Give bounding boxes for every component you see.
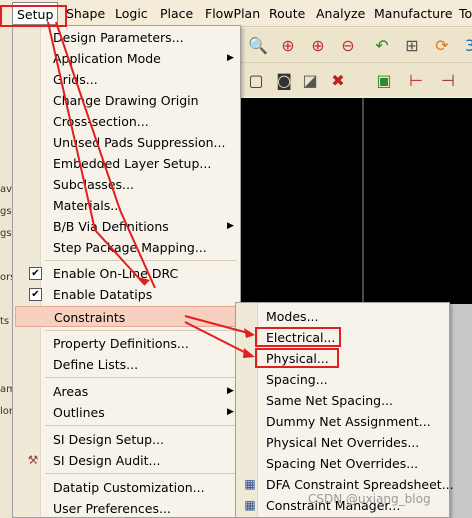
constraint-manager-icon: ▦: [244, 498, 256, 512]
menu-separator: [45, 473, 237, 474]
menu-item-constraints[interactable]: Constraints: [15, 306, 240, 327]
menu-item-enable-online-drc[interactable]: ✔ Enable On-Line DRC: [15, 263, 240, 284]
submenu-item-spacing[interactable]: Spacing...: [238, 369, 447, 390]
spreadsheet-icon: ▦: [244, 477, 256, 491]
menu-item-areas[interactable]: Areas ▶: [15, 381, 240, 402]
submenu-item-dummy-net-assignment[interactable]: Dummy Net Assignment...: [238, 411, 447, 432]
submenu-arrow-icon: ▶: [227, 221, 234, 231]
dimension-icon[interactable]: ⊣: [436, 68, 460, 92]
menu-item-cross-section[interactable]: Cross-section...: [15, 111, 240, 132]
menu-item-grids[interactable]: Grids...: [15, 69, 240, 90]
watermark: CSDN @uxiang_blog: [308, 492, 431, 506]
menu-item-property-definitions[interactable]: Property Definitions...: [15, 333, 240, 354]
menu-tools[interactable]: To: [459, 6, 472, 21]
checkmark-icon: ✔: [29, 288, 42, 301]
menu-flowplan[interactable]: FlowPlan: [205, 6, 260, 21]
component-icon[interactable]: ▣: [372, 68, 396, 92]
setup-menu: Design Parameters... Application Mode ▶ G…: [12, 25, 241, 518]
left-fragment: gs: [0, 206, 12, 217]
menu-item-si-design-setup[interactable]: SI Design Setup...: [15, 429, 240, 450]
menu-item-design-parameters[interactable]: Design Parameters...: [15, 27, 240, 48]
zoom-previous-icon[interactable]: ↶: [370, 33, 394, 57]
submenu-item-spacing-net-overrides[interactable]: Spacing Net Overrides...: [238, 453, 447, 474]
annotation-box-electrical: [255, 327, 341, 347]
menu-item-si-design-audit[interactable]: ⚒ SI Design Audit...: [15, 450, 240, 471]
menu-item-change-drawing-origin[interactable]: Change Drawing Origin: [15, 90, 240, 111]
menu-shape[interactable]: Shape: [66, 6, 105, 21]
audit-icon: ⚒: [27, 453, 39, 467]
zoom-window-icon[interactable]: ⊕: [276, 33, 300, 57]
canvas-split: [362, 98, 364, 304]
menu-item-datatip-customization[interactable]: Datatip Customization...: [15, 477, 240, 498]
submenu-item-same-net-spacing[interactable]: Same Net Spacing...: [238, 390, 447, 411]
menu-manufacture[interactable]: Manufacture: [374, 6, 453, 21]
checkmark-icon: ✔: [29, 267, 42, 280]
menu-route[interactable]: Route: [269, 6, 305, 21]
menu-item-embedded-layer[interactable]: Embedded Layer Setup...: [15, 153, 240, 174]
menu-item-bb-via-definitions[interactable]: B/B Via Definitions ▶: [15, 216, 240, 237]
toolbar-second: ▢ ◙ ◪ ✖ ▣ ⊢ ⊣: [240, 62, 472, 96]
menu-item-enable-datatips[interactable]: ✔ Enable Datatips: [15, 284, 240, 305]
menu-separator: [45, 260, 237, 261]
zoom-out-icon[interactable]: ⊖: [336, 33, 360, 57]
rectangle-shape-icon[interactable]: ▢: [244, 68, 268, 92]
submenu-item-physical-net-overrides[interactable]: Physical Net Overrides...: [238, 432, 447, 453]
menu-separator: [45, 377, 237, 378]
menu-place[interactable]: Place: [160, 6, 193, 21]
zoom-in-icon[interactable]: ⊕: [306, 33, 330, 57]
menu-item-application-mode[interactable]: Application Mode ▶: [15, 48, 240, 69]
menu-item-unused-pads[interactable]: Unused Pads Suppression...: [15, 132, 240, 153]
menubar: Setup Shape Logic Place FlowPlan Route A…: [0, 0, 472, 27]
menu-analyze[interactable]: Analyze: [316, 6, 365, 21]
circle-shape-icon[interactable]: ◙: [272, 68, 296, 92]
menu-item-step-package-mapping[interactable]: Step Package Mapping...: [15, 237, 240, 258]
left-fragment: gs: [0, 228, 12, 239]
toolbar-overflow-icon[interactable]: 3: [458, 33, 472, 57]
menu-separator: [45, 330, 237, 331]
design-canvas[interactable]: [240, 98, 472, 304]
submenu-item-modes[interactable]: Modes...: [238, 306, 447, 327]
submenu-arrow-icon: ▶: [227, 407, 234, 417]
delete-shape-icon[interactable]: ✖: [326, 68, 350, 92]
menu-item-outlines[interactable]: Outlines ▶: [15, 402, 240, 423]
polygon-shape-icon[interactable]: ◪: [298, 68, 322, 92]
zoom-world-icon[interactable]: ⊞: [400, 33, 424, 57]
submenu-arrow-icon: ▶: [227, 53, 234, 63]
menu-logic[interactable]: Logic: [115, 6, 148, 21]
annotation-box-physical: [255, 348, 339, 368]
menu-separator: [45, 425, 237, 426]
menu-item-user-preferences[interactable]: User Preferences...: [15, 498, 240, 518]
toolbar-top: 🔍 ⊕ ⊕ ⊖ ↶ ⊞ ⟳ 3: [240, 28, 472, 62]
submenu-arrow-icon: ▶: [227, 386, 234, 396]
menu-item-define-lists[interactable]: Define Lists...: [15, 354, 240, 375]
measure-icon[interactable]: ⊢: [404, 68, 428, 92]
menu-item-materials[interactable]: Materials...: [15, 195, 240, 216]
refresh-icon[interactable]: ⟳: [430, 33, 454, 57]
left-fragment: ts: [0, 316, 10, 327]
zoom-fit-icon[interactable]: 🔍: [246, 33, 270, 57]
menu-item-subclasses[interactable]: Subclasses...: [15, 174, 240, 195]
annotation-box-setup: [0, 5, 67, 27]
